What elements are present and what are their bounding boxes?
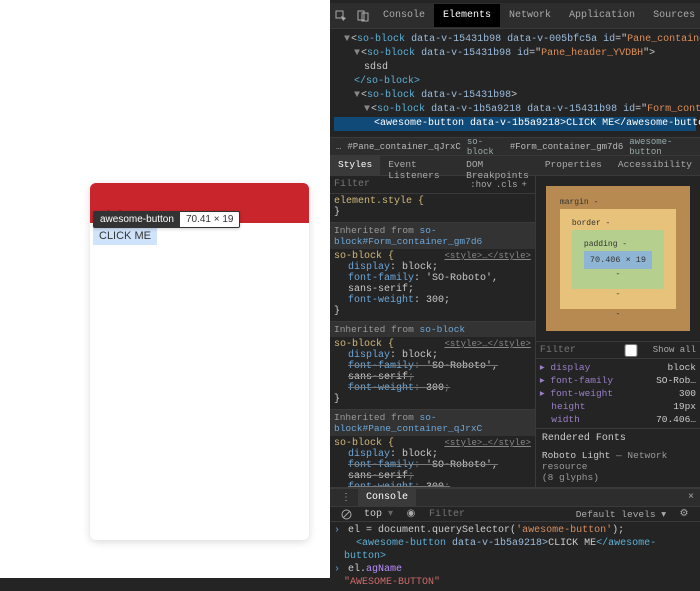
new-rule-icon[interactable]: + [521,180,526,190]
console-filter-input[interactable] [429,509,479,520]
gear-icon[interactable]: ⚙ [677,507,691,521]
subtab-properties[interactable]: Properties [537,156,610,175]
inspect-tooltip: awesome-button 70.41 × 19 [93,211,240,228]
devtools-panel: Console Elements Network Application Sou… [330,3,700,578]
styles-filter-input[interactable] [334,179,394,190]
box-model: margin - border - padding - 70.406 × 19 … [536,176,700,341]
selected-dom-node[interactable]: <awesome-button data-v-1b5a9218>CLICK ME… [334,117,696,131]
subtab-dom-bp[interactable]: DOM Breakpoints [458,156,537,175]
tab-application[interactable]: Application [560,4,644,27]
computed-pane: margin - border - padding - 70.406 × 19 … [536,176,700,487]
tab-network[interactable]: Network [500,4,560,27]
subtab-styles[interactable]: Styles [330,156,380,175]
devtools-tabbar: Console Elements Network Application Sou… [330,3,700,29]
show-all-checkbox[interactable]: Show all [611,344,696,357]
context-selector[interactable]: top [364,509,382,520]
computed-filter-input[interactable] [540,345,580,356]
drawer-kebab-icon[interactable]: ⋮ [339,491,353,505]
card: sdsd CLICK ME [90,183,309,540]
eye-icon[interactable]: ◉ [404,507,418,521]
tooltip-dims: 70.41 × 19 [180,212,240,227]
hov-toggle[interactable]: :hov [470,180,492,190]
page-viewport: sdsd CLICK ME [0,0,330,578]
log-levels[interactable]: Default levels ▾ [576,509,666,520]
drawer-tab-console[interactable]: Console [358,489,416,506]
styles-pane: :hov .cls + element.style { } Inherited … [330,176,536,487]
dom-tree[interactable]: ▼<so-block data-v-15431b98 data-v-005bfc… [330,29,700,138]
console-output[interactable]: › el = document.querySelector('awesome-b… [330,522,700,591]
awesome-button[interactable]: CLICK ME [93,227,157,245]
tooltip-tag: awesome-button [94,212,180,227]
computed-list: ▸ displayblock ▸ font-familySO-Rob… ▸ fo… [536,359,700,428]
tab-elements[interactable]: Elements [434,4,500,27]
subtab-accessibility[interactable]: Accessibility [610,156,700,175]
styles-subtabs: Styles Event Listeners DOM Breakpoints P… [330,156,700,176]
tab-console[interactable]: Console [374,4,434,27]
tab-sources[interactable]: Sources [644,4,700,27]
console-drawer: ⋮ Console × top ▾ ◉ Default levels ▾ ⚙ ›… [330,488,700,578]
cls-toggle[interactable]: .cls [496,180,518,190]
rendered-fonts-body: Roboto Light — Network resource (8 glyph… [536,448,700,485]
inspect-icon[interactable] [335,9,347,23]
breadcrumb[interactable]: … #Pane_container_qJrxC so-block #Form_c… [330,138,700,156]
drawer-close-icon[interactable]: × [688,492,694,503]
rendered-fonts-header: Rendered Fonts [536,428,700,448]
clear-console-icon[interactable] [339,507,353,521]
device-toggle-icon[interactable] [357,9,369,23]
subtab-event-listeners[interactable]: Event Listeners [380,156,458,175]
